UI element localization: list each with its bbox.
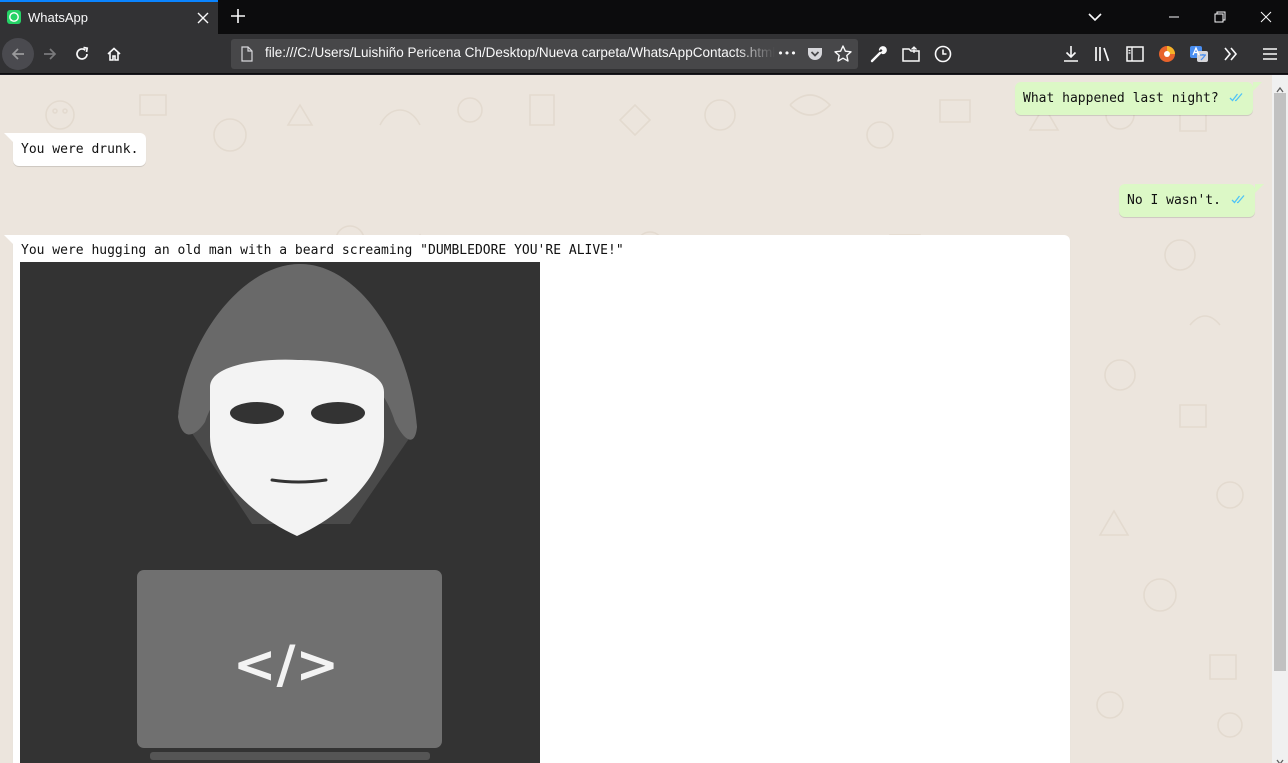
- screenshot-folder-icon[interactable]: [900, 43, 922, 65]
- restore-window-icon[interactable]: [1197, 0, 1243, 34]
- sidebar-toggle-icon[interactable]: [1124, 43, 1146, 65]
- tab-title: WhatsApp: [28, 10, 88, 25]
- extension-orange-icon[interactable]: [1156, 43, 1178, 65]
- outgoing-message[interactable]: No I wasn't.: [1119, 184, 1264, 217]
- new-tab-plus-icon[interactable]: [228, 6, 248, 26]
- message-text: No I wasn't.: [1127, 193, 1221, 208]
- scroll-up-arrow-icon[interactable]: [1276, 79, 1284, 93]
- minimize-window-icon[interactable]: [1151, 0, 1197, 34]
- back-button[interactable]: [2, 38, 34, 70]
- list-all-tabs-chevron-icon[interactable]: [1086, 8, 1104, 26]
- laptop-code-symbol: </>: [233, 635, 339, 695]
- reload-button[interactable]: [66, 38, 98, 70]
- bubble-tail: [1254, 184, 1264, 193]
- bubble-tail: [1252, 82, 1262, 91]
- developer-wrench-icon[interactable]: [868, 43, 890, 65]
- hacker-with-laptop-image[interactable]: </>: [20, 262, 540, 763]
- read-double-check-icon: [1229, 82, 1245, 115]
- url-text[interactable]: file:///C:/Users/Luishiño Pericena Ch/De…: [265, 45, 775, 60]
- library-icon[interactable]: [1092, 43, 1114, 65]
- message-text: You were hugging an old man with a beard…: [21, 243, 624, 258]
- overflow-chevrons-icon[interactable]: [1220, 43, 1242, 65]
- close-window-icon[interactable]: [1243, 0, 1288, 34]
- url-bar[interactable]: file:///C:/Users/Luishiño Pericena Ch/De…: [231, 39, 858, 69]
- hamburger-menu-icon[interactable]: [1259, 43, 1281, 65]
- forward-button[interactable]: [34, 38, 66, 70]
- message-text: You were drunk.: [21, 142, 139, 157]
- bookmark-star-icon[interactable]: [833, 44, 853, 64]
- close-tab-icon[interactable]: [196, 10, 210, 24]
- incoming-message[interactable]: You were drunk.: [4, 133, 147, 166]
- whatsapp-favicon-icon: [7, 10, 21, 24]
- tab-strip: WhatsApp: [0, 0, 1288, 34]
- page-info-icon[interactable]: [239, 46, 255, 62]
- bubble-tail: [4, 235, 13, 244]
- scroll-down-arrow-icon[interactable]: [1276, 751, 1284, 763]
- bubble-tail: [4, 133, 13, 142]
- chat-view[interactable]: What happened last night? You were drunk…: [0, 75, 1272, 763]
- navigation-toolbar: file:///C:/Users/Luishiño Pericena Ch/De…: [0, 34, 1288, 74]
- incoming-image-message[interactable]: You were hugging an old man with a beard…: [4, 235, 1070, 763]
- vertical-scrollbar[interactable]: [1272, 75, 1288, 763]
- tab-whatsapp[interactable]: WhatsApp: [0, 0, 218, 34]
- history-clock-icon[interactable]: [932, 43, 954, 65]
- outgoing-message[interactable]: What happened last night?: [1015, 82, 1262, 115]
- pocket-icon[interactable]: [805, 44, 825, 64]
- translate-extension-icon[interactable]: [1188, 43, 1210, 65]
- read-double-check-icon: [1231, 184, 1247, 217]
- scrollbar-thumb[interactable]: [1274, 93, 1286, 671]
- downloads-icon[interactable]: [1060, 43, 1082, 65]
- page-actions-more-icon[interactable]: •••: [777, 44, 797, 64]
- message-text: What happened last night?: [1023, 91, 1219, 106]
- home-button[interactable]: [98, 38, 130, 70]
